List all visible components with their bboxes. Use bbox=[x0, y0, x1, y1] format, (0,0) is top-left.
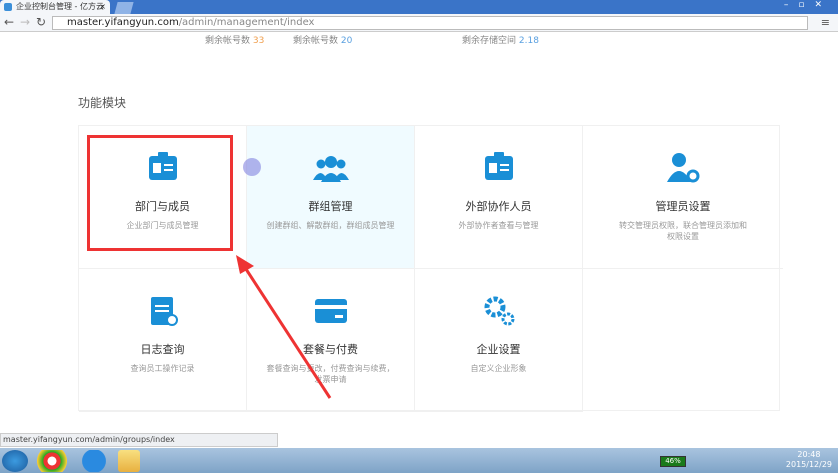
battery-indicator[interactable]: 46% bbox=[660, 456, 686, 467]
clock[interactable]: 20:48 2015/12/29 bbox=[786, 450, 832, 470]
taskbar: 20:48 2015/12/29 bbox=[0, 448, 838, 473]
explorer-taskbar-icon[interactable] bbox=[118, 450, 140, 472]
sogou-browser-taskbar-icon[interactable] bbox=[76, 450, 112, 472]
mouse-cursor bbox=[243, 158, 261, 176]
chrome-taskbar-icon[interactable] bbox=[34, 450, 70, 472]
status-bar-url: master.yifangyun.com/admin/groups/index bbox=[0, 433, 278, 447]
start-button[interactable] bbox=[2, 450, 28, 472]
annotation-arrow bbox=[236, 255, 332, 399]
